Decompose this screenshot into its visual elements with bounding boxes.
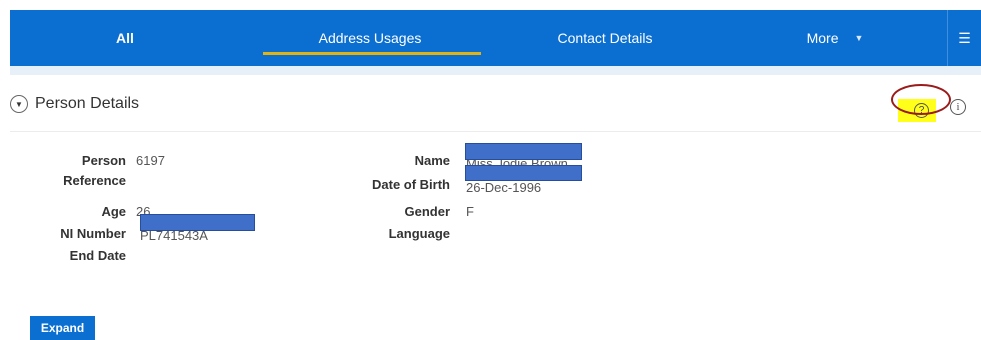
redaction-box: [465, 143, 582, 160]
info-icon[interactable]: i: [950, 99, 966, 115]
annotation-circle: [891, 84, 951, 115]
age-label: Age: [101, 204, 126, 219]
active-tab-indicator: [263, 52, 481, 55]
date-of-birth-label: Date of Birth: [372, 177, 450, 192]
person-reference-value: 6197: [136, 153, 165, 168]
collapse-toggle-icon[interactable]: ▼: [10, 95, 28, 113]
top-nav-bar: All Address Usages Contact Details More …: [10, 10, 981, 66]
tab-address-usages[interactable]: Address Usages: [260, 10, 480, 66]
redaction-box: [465, 165, 582, 181]
chevron-down-icon: ▼: [854, 33, 864, 43]
tab-more-label: More: [806, 30, 839, 46]
date-of-birth-value: 26-Dec-1996: [466, 180, 542, 195]
tab-more[interactable]: More ▼: [780, 10, 890, 66]
end-date-label: End Date: [69, 248, 126, 263]
name-label: Name: [414, 153, 450, 168]
person-reference-label: Person: [81, 153, 126, 168]
gender-value: F: [466, 204, 474, 219]
hamburger-menu-button[interactable]: ☰: [947, 10, 981, 66]
hamburger-icon: ☰: [958, 29, 971, 46]
section-title: Person Details: [35, 95, 140, 112]
person-details-header: ▼ Person Details: [10, 84, 981, 132]
redaction-box: [140, 214, 255, 231]
tab-contact-details[interactable]: Contact Details: [530, 10, 680, 66]
ni-number-label: NI Number: [60, 226, 126, 241]
expand-button[interactable]: Expand: [30, 316, 95, 340]
tab-all[interactable]: All: [80, 10, 170, 66]
person-reference-label-line2: Reference: [63, 173, 126, 188]
gender-label: Gender: [404, 204, 450, 219]
language-label: Language: [388, 226, 450, 241]
sub-nav-strip: [10, 66, 981, 75]
